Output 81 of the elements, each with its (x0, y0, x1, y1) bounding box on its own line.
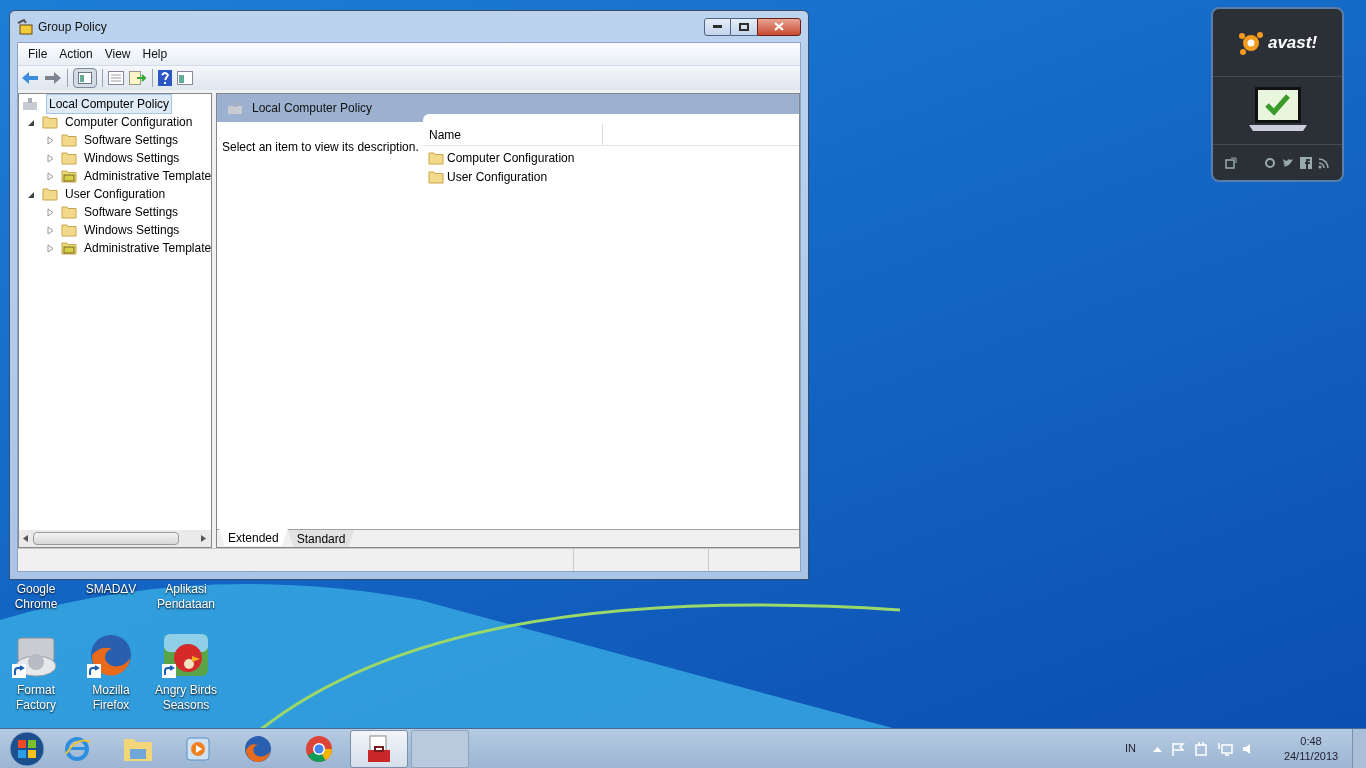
tray-up-arrow-icon[interactable] (1153, 745, 1162, 752)
collapsed-arrow-icon[interactable] (46, 207, 55, 217)
folder-icon (61, 133, 77, 147)
view-tab[interactable]: Standard (287, 530, 355, 547)
scroll-thumb[interactable] (33, 532, 179, 545)
facebook-icon[interactable] (1300, 156, 1312, 169)
policy-tools-icon (17, 18, 33, 35)
close-button[interactable] (757, 17, 801, 36)
folder-icon (61, 223, 77, 237)
chrome-icon[interactable] (304, 733, 334, 764)
close-icon (774, 22, 784, 31)
shortcut-arrow-icon (162, 664, 176, 678)
collapsed-arrow-icon[interactable] (46, 153, 55, 163)
show-desktop-button[interactable] (1352, 729, 1366, 768)
scroll-left-icon[interactable] (23, 535, 29, 542)
list-icon[interactable] (108, 71, 124, 85)
folder-icon (428, 169, 444, 184)
menu-item[interactable]: Action (53, 45, 99, 63)
scroll-right-icon[interactable] (201, 535, 207, 542)
bird-icon[interactable] (1282, 156, 1294, 169)
tree-item[interactable]: Local Computer Policy (46, 94, 173, 114)
folder-icon (61, 205, 77, 219)
taskbar-window-button[interactable] (350, 729, 408, 768)
collapsed-arrow-icon[interactable] (46, 135, 55, 145)
show-tree-button[interactable] (73, 68, 97, 88)
clock[interactable]: 0:48 24/11/2013 (1272, 733, 1350, 764)
shortcut-arrow-icon (87, 664, 101, 678)
media-player-icon[interactable] (184, 734, 212, 763)
back-arrow-icon[interactable] (21, 71, 39, 85)
clock-time: 0:48 (1300, 733, 1322, 749)
splat-logo-icon (1237, 29, 1264, 56)
menu-item[interactable]: Help (136, 45, 174, 63)
horizontal-scrollbar[interactable] (19, 530, 211, 547)
tree-item[interactable]: Software Settings (81, 202, 182, 222)
menu-item[interactable]: View (98, 45, 137, 63)
tree-item[interactable]: User Configuration (62, 184, 169, 204)
window-title: Group Policy (38, 18, 107, 36)
tree-item[interactable]: Administrative Template (81, 166, 211, 186)
tree-item[interactable]: Windows Settings (81, 220, 183, 240)
language-indicator[interactable]: IN (1125, 740, 1136, 757)
menu-item[interactable]: File (22, 45, 54, 63)
forward-arrow-icon[interactable] (44, 71, 62, 85)
export-icon[interactable] (129, 71, 147, 85)
pane-icon (78, 72, 92, 84)
flag-icon[interactable] (1171, 741, 1185, 756)
desktop-icon-label[interactable]: SMADΔV (77, 582, 145, 597)
description-text: Select an item to view its description. (222, 140, 419, 154)
bird-game-icon[interactable] (162, 632, 210, 678)
list-item[interactable]: User Configuration (447, 167, 548, 186)
folder-icon (428, 150, 444, 165)
clock-date: 24/11/2013 (1283, 748, 1339, 764)
tree-item[interactable]: Windows Settings (81, 148, 183, 168)
folder-icon (42, 115, 58, 129)
collapsed-arrow-icon[interactable] (46, 171, 55, 181)
tree-item[interactable]: Administrative Template (81, 238, 211, 258)
rss-icon[interactable] (1318, 156, 1330, 169)
collapsed-arrow-icon[interactable] (46, 225, 55, 235)
tree-item[interactable]: Computer Configuration (62, 112, 196, 132)
tree-item[interactable]: Software Settings (81, 130, 182, 150)
start-orb-icon[interactable] (8, 729, 46, 768)
logo-text: avast! (1267, 31, 1318, 54)
view-tab[interactable]: Extended (219, 529, 288, 546)
folder-icon (61, 241, 77, 255)
policy-icon (22, 97, 38, 111)
detail-title: Local Computer Policy (252, 100, 373, 117)
folder-icon (42, 187, 58, 201)
shortcut-arrow-icon (12, 664, 26, 678)
policy-icon (227, 101, 243, 115)
column-header[interactable]: Name (423, 124, 603, 145)
minimize-icon (713, 25, 722, 28)
window-icon[interactable] (1225, 156, 1237, 169)
maximize-icon (739, 22, 749, 31)
folder-icon (61, 151, 77, 165)
help-icon[interactable] (158, 70, 172, 86)
collapsed-arrow-icon[interactable] (46, 243, 55, 253)
desktop-icon-label[interactable]: Google Chrome (2, 582, 70, 612)
folder-icon (61, 169, 77, 183)
maximize-button[interactable] (731, 17, 757, 36)
list-item[interactable]: Computer Configuration (447, 148, 575, 167)
minimize-button[interactable] (704, 17, 731, 36)
pane-icon[interactable] (177, 71, 193, 85)
